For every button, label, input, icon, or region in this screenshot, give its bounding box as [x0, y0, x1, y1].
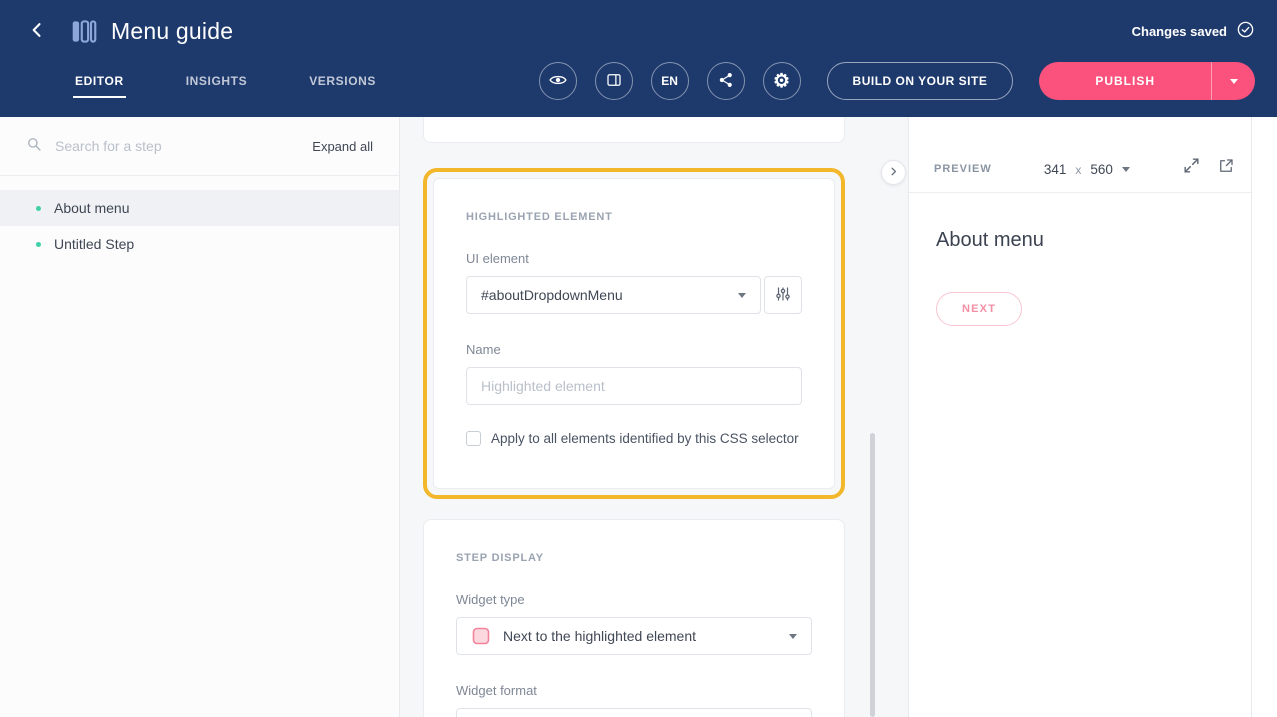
tab-insights[interactable]: INSIGHTS: [184, 74, 249, 98]
search-input[interactable]: [55, 138, 300, 154]
preview-content: About menu NEXT: [909, 193, 1251, 326]
eye-icon: [548, 70, 568, 93]
gear-icon: ⚙: [773, 72, 790, 91]
settings-column: HIGHLIGHTED ELEMENT UI element #aboutDro…: [423, 117, 845, 717]
previous-settings-card: [423, 117, 845, 143]
header-tab-row: EDITOR INSIGHTS VERSIONS EN: [0, 62, 1277, 117]
step-settings-panel: HIGHLIGHTED ELEMENT UI element #aboutDro…: [400, 117, 908, 717]
step-label: Untitled Step: [54, 236, 134, 252]
step-item-untitled-step[interactable]: Untitled Step: [0, 226, 399, 262]
tab-versions[interactable]: VERSIONS: [307, 74, 378, 98]
search-icon: [25, 135, 43, 158]
step-search-row: Expand all: [0, 117, 399, 176]
publish-dropdown-button[interactable]: [1212, 62, 1255, 100]
apply-all-checkbox[interactable]: [466, 431, 481, 446]
chevron-down-icon: [1230, 79, 1238, 84]
expand-all-link[interactable]: Expand all: [312, 139, 373, 154]
check-circle-icon: [1236, 20, 1255, 42]
widget-type-select[interactable]: Next to the highlighted element: [456, 617, 812, 655]
preview-size-select[interactable]: 341 x 560: [1044, 162, 1130, 178]
widget-type-icon: [471, 626, 491, 646]
widget-format-label: Widget format: [456, 683, 812, 698]
widget-type-value: Next to the highlighted element: [503, 628, 696, 644]
language-button[interactable]: EN: [651, 62, 689, 100]
guide-title: Menu guide: [111, 18, 233, 45]
apply-all-label: Apply to all elements identified by this…: [491, 431, 799, 446]
preview-panel: PREVIEW 341 x 560: [908, 117, 1252, 717]
publish-button[interactable]: PUBLISH: [1039, 62, 1212, 100]
right-gutter: [1252, 117, 1277, 717]
tab-editor[interactable]: EDITOR: [73, 74, 126, 98]
app-root: Menu guide Changes saved EDITOR INSIGHTS…: [0, 0, 1277, 717]
preview-label: PREVIEW: [934, 163, 992, 178]
highlighted-element-card: HIGHLIGHTED ELEMENT UI element #aboutDro…: [433, 178, 835, 489]
app-logo-icon: [70, 18, 97, 45]
header-title-row: Menu guide Changes saved: [0, 0, 1277, 62]
back-button[interactable]: [24, 18, 50, 44]
steps-sidebar: Expand all About menu Untitled Step: [0, 117, 400, 717]
section-title-step-display: STEP DISPLAY: [456, 552, 812, 564]
expand-arrows-icon: [1182, 156, 1201, 178]
element-name-label: Name: [466, 342, 802, 357]
header-toolbar: EN ⚙ BUILD ON YOUR SITE PUBLISH: [539, 62, 1255, 100]
preview-step-title: About menu: [936, 229, 1224, 252]
changes-saved-label: Changes saved: [1132, 24, 1227, 39]
widget-format-select[interactable]: [456, 708, 812, 717]
layout-panel-button[interactable]: [595, 62, 633, 100]
ui-element-label: UI element: [466, 251, 802, 266]
build-on-site-button[interactable]: BUILD ON YOUR SITE: [827, 62, 1014, 100]
changes-saved-status: Changes saved: [1132, 20, 1255, 42]
share-icon: [717, 71, 735, 92]
header-tabs: EDITOR INSIGHTS VERSIONS: [73, 62, 378, 98]
chevron-right-icon: [887, 165, 900, 181]
preview-width-value: 341: [1044, 162, 1067, 177]
step-bullet-icon: [36, 242, 41, 247]
step-display-card: STEP DISPLAY Widget type Next to the hig…: [423, 519, 845, 717]
highlight-ring: HIGHLIGHTED ELEMENT UI element #aboutDro…: [423, 168, 845, 499]
share-button[interactable]: [707, 62, 745, 100]
step-bullet-icon: [36, 206, 41, 211]
step-item-about-menu[interactable]: About menu: [0, 190, 399, 226]
external-link-icon: [1217, 157, 1235, 178]
publish-button-group: PUBLISH: [1039, 62, 1255, 100]
preview-size-separator: x: [1075, 163, 1081, 177]
expand-preview-button[interactable]: [1182, 156, 1201, 178]
section-title-highlighted-element: HIGHLIGHTED ELEMENT: [466, 211, 802, 223]
settings-button[interactable]: ⚙: [763, 62, 801, 100]
chevron-down-icon: [1122, 167, 1130, 172]
selector-settings-button[interactable]: [764, 276, 802, 314]
layout-panel-icon: [605, 71, 623, 92]
scrollbar[interactable]: [870, 433, 875, 717]
element-name-input[interactable]: [466, 367, 802, 405]
preview-header: PREVIEW 341 x 560: [909, 117, 1251, 193]
preview-actions: [1182, 156, 1235, 178]
chevron-down-icon: [738, 293, 746, 298]
chevron-left-icon: [27, 20, 47, 43]
ui-element-row: #aboutDropdownMenu: [466, 276, 802, 314]
collapse-panel-button[interactable]: [881, 160, 906, 185]
open-external-button[interactable]: [1217, 157, 1235, 178]
sliders-icon: [774, 285, 792, 306]
preview-height-value: 560: [1090, 162, 1113, 177]
next-button[interactable]: NEXT: [936, 292, 1022, 326]
page-body: Expand all About menu Untitled Step: [0, 117, 1277, 717]
apply-all-row: Apply to all elements identified by this…: [466, 431, 802, 446]
ui-element-value: #aboutDropdownMenu: [481, 287, 623, 303]
chevron-down-icon: [789, 634, 797, 639]
ui-element-select[interactable]: #aboutDropdownMenu: [466, 276, 761, 314]
step-list: About menu Untitled Step: [0, 190, 399, 262]
top-header: Menu guide Changes saved EDITOR INSIGHTS…: [0, 0, 1277, 117]
preview-eye-button[interactable]: [539, 62, 577, 100]
widget-type-label: Widget type: [456, 592, 812, 607]
step-label: About menu: [54, 200, 130, 216]
